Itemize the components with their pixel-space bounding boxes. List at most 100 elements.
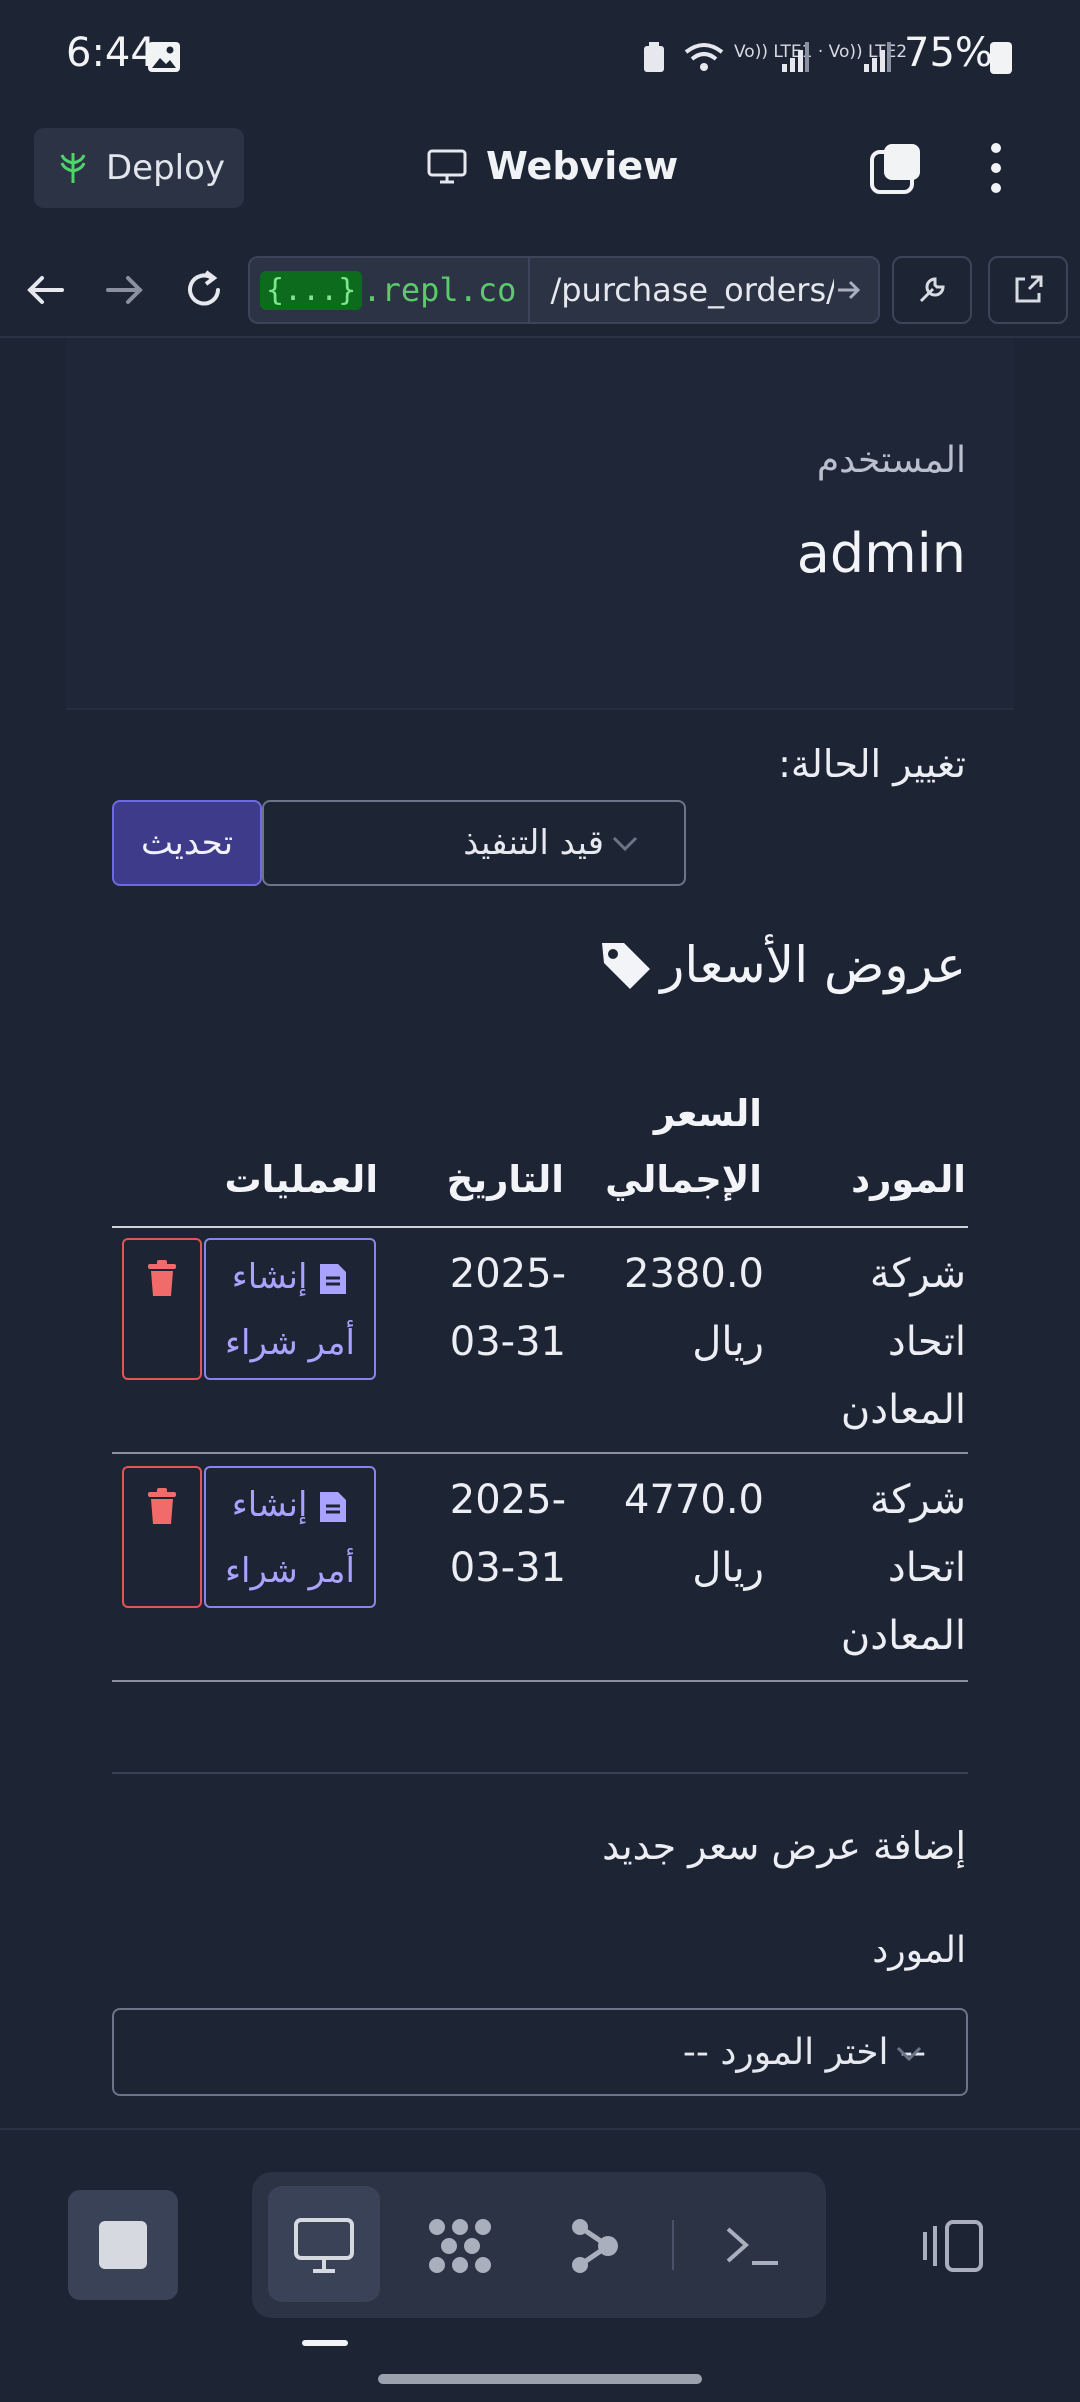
webview-title: Webview bbox=[426, 144, 678, 188]
supplier-label: المورد bbox=[872, 1930, 966, 1971]
row-rule bbox=[112, 1452, 968, 1454]
deploy-label: Deploy bbox=[106, 148, 226, 188]
table-row-1-date: 2025- 03-31 bbox=[406, 1240, 566, 1376]
wifi-icon bbox=[684, 43, 724, 71]
file-icon bbox=[320, 1491, 347, 1522]
supplier-line: شركة bbox=[869, 1477, 966, 1523]
forward-arrow-icon[interactable] bbox=[96, 262, 152, 318]
create-po-label: إنشاء bbox=[231, 1485, 308, 1525]
agent-tab[interactable] bbox=[424, 2210, 496, 2282]
tags-icon bbox=[602, 943, 651, 989]
more-options-icon[interactable] bbox=[986, 140, 1006, 196]
supplier-select-value: -- اختر المورد -- bbox=[682, 2031, 926, 2073]
url-path: /purchase_orders/reque bbox=[550, 271, 834, 309]
url-input[interactable]: {...} .repl.co /purchase_orders/reque bbox=[248, 256, 880, 324]
create-po-button[interactable]: إنشاء أمر شراء bbox=[204, 1238, 376, 1380]
create-po-label: أمر شراء bbox=[225, 1323, 355, 1363]
delete-button[interactable] bbox=[122, 1238, 202, 1380]
supplier-line: المعادن bbox=[840, 1613, 966, 1659]
offers-title: عروض الأسعار bbox=[598, 936, 966, 994]
signal-icon-1 bbox=[782, 42, 809, 72]
row-rule bbox=[112, 1680, 968, 1682]
open-external-button[interactable] bbox=[988, 256, 1068, 324]
table-row-2-total: 4770.0 ريال bbox=[584, 1466, 764, 1602]
deploy-button[interactable]: Deploy bbox=[34, 128, 244, 208]
table-row-1-total: 2380.0 ريال bbox=[584, 1240, 764, 1376]
deploy-icon bbox=[60, 153, 86, 183]
file-icon bbox=[320, 1263, 347, 1294]
header-date: التاريخ bbox=[446, 1158, 564, 1201]
header-total-line1: السعر bbox=[653, 1092, 762, 1135]
stop-icon bbox=[99, 2221, 147, 2269]
url-host-badge: {...} bbox=[260, 270, 363, 310]
create-po-label: إنشاء bbox=[231, 1257, 308, 1297]
create-po-label: أمر شراء bbox=[225, 1551, 355, 1591]
back-arrow-icon[interactable] bbox=[18, 262, 74, 318]
battery-saver-icon bbox=[644, 42, 664, 72]
status-time: 6:44 bbox=[66, 30, 156, 76]
url-host: {...} .repl.co bbox=[250, 258, 531, 322]
date-line: 2025- bbox=[449, 1477, 566, 1523]
stop-button[interactable] bbox=[68, 2190, 178, 2300]
update-button[interactable]: تحديث bbox=[112, 800, 262, 886]
status-change-label: تغيير الحالة: bbox=[778, 742, 966, 786]
create-po-button[interactable]: إنشاء أمر شراء bbox=[204, 1466, 376, 1608]
battery-icon bbox=[990, 42, 1012, 74]
total-value: 4770.0 bbox=[624, 1477, 764, 1523]
user-label: المستخدم bbox=[816, 440, 966, 481]
total-currency: ريال bbox=[692, 1545, 764, 1591]
date-line: 2025- bbox=[449, 1251, 566, 1297]
offers-title-text: عروض الأسعار bbox=[660, 936, 966, 994]
date-line: 03-31 bbox=[449, 1319, 566, 1365]
table-row-2-supplier: شركة اتحاد المعادن bbox=[826, 1466, 966, 1670]
user-value: admin bbox=[796, 522, 966, 585]
trash-icon bbox=[148, 1488, 176, 1524]
terminal-icon bbox=[726, 2227, 778, 2265]
table-row-1-supplier: شركة اتحاد المعادن bbox=[826, 1240, 966, 1444]
status-bar: 6:44 Vo)) LTE1 · Vo)) LTE2 75% bbox=[0, 0, 1080, 118]
dock-separator bbox=[672, 2220, 674, 2270]
panels-button[interactable] bbox=[918, 2210, 990, 2282]
supplier-line: اتحاد bbox=[887, 1545, 966, 1591]
signal-icon-2 bbox=[864, 42, 891, 72]
supplier-select[interactable]: -- اختر المورد -- bbox=[112, 2008, 968, 2096]
devtools-button[interactable] bbox=[892, 256, 972, 324]
go-arrow-icon[interactable] bbox=[834, 275, 864, 305]
supplier-line: شركة bbox=[869, 1251, 966, 1297]
chevron-down-icon bbox=[612, 836, 638, 852]
total-value: 2380.0 bbox=[624, 1251, 764, 1297]
trash-icon bbox=[148, 1260, 176, 1296]
webview-title-text: Webview bbox=[486, 144, 679, 188]
status-select-value: قيد التنفيذ bbox=[463, 823, 604, 863]
tabs-icon[interactable] bbox=[868, 140, 924, 196]
supplier-line: اتحاد bbox=[887, 1319, 966, 1365]
header-supplier: المورد bbox=[851, 1158, 966, 1201]
header-total-line2: الإجمالي bbox=[605, 1158, 762, 1201]
delete-button[interactable] bbox=[122, 1466, 202, 1608]
shell-tab[interactable] bbox=[716, 2210, 788, 2282]
add-offer-title: إضافة عرض سعر جديد bbox=[602, 1824, 966, 1868]
total-currency: ريال bbox=[692, 1319, 764, 1365]
url-host-domain: .repl.co bbox=[362, 271, 517, 309]
header-rule bbox=[112, 1226, 968, 1228]
webview-tab[interactable] bbox=[288, 2210, 360, 2282]
supplier-line: المعادن bbox=[840, 1387, 966, 1433]
gallery-icon bbox=[148, 42, 180, 72]
wrench-icon bbox=[919, 277, 945, 303]
chevron-down-icon bbox=[896, 2046, 922, 2062]
battery-percent: 75% bbox=[904, 30, 993, 76]
agent-icon bbox=[429, 2219, 491, 2273]
external-link-icon bbox=[1015, 275, 1043, 303]
git-tab[interactable] bbox=[558, 2210, 630, 2282]
reload-icon[interactable] bbox=[176, 262, 232, 318]
active-tab-indicator bbox=[302, 2340, 348, 2346]
home-gesture-bar[interactable] bbox=[378, 2374, 702, 2384]
table-row-2-date: 2025- 03-31 bbox=[406, 1466, 566, 1602]
header-actions: العمليات bbox=[224, 1158, 378, 1201]
status-select[interactable]: قيد التنفيذ bbox=[262, 800, 686, 886]
monitor-icon bbox=[427, 149, 467, 184]
git-branch-icon bbox=[572, 2219, 618, 2273]
section-divider bbox=[112, 1772, 968, 1774]
split-panel-icon bbox=[923, 2220, 983, 2272]
monitor-icon bbox=[294, 2218, 354, 2273]
